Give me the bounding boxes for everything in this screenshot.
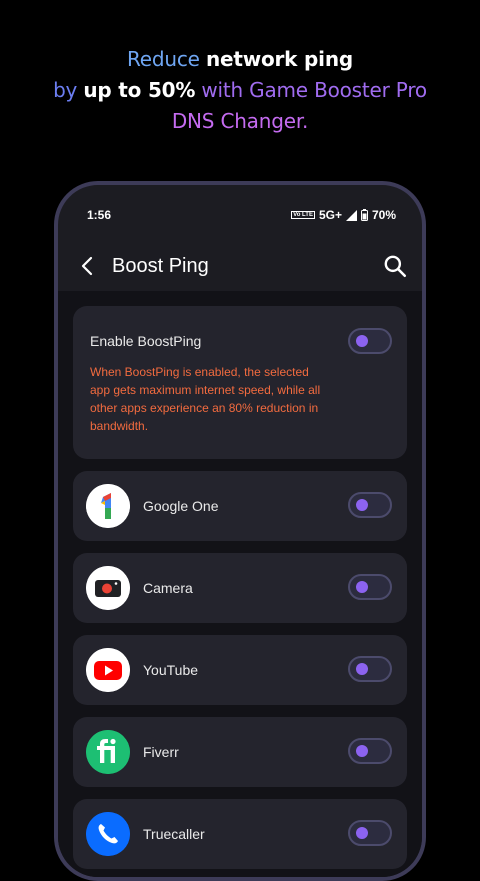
page-title: Boost Ping [112, 255, 209, 277]
enable-boostping-label: Enable BoostPing [90, 333, 202, 349]
promo-line-3: DNS Changer. [171, 109, 309, 133]
content-area: Enable BoostPing When BoostPing is enabl… [58, 291, 422, 877]
promo-line-1: Reduce network ping [127, 47, 353, 71]
app-row-google-one[interactable]: Google One [73, 471, 407, 541]
toggle-knob [356, 335, 368, 347]
volte-icon: Vo LTE [291, 211, 315, 219]
app-row-camera[interactable]: Camera [73, 553, 407, 623]
truecaller-icon [86, 812, 130, 856]
enable-boostping-card: Enable BoostPing When BoostPing is enabl… [73, 306, 407, 459]
status-icons: Vo LTE 5G+ 70% [291, 208, 396, 222]
phone-frame: 1:56 Vo LTE 5G+ 70% Boost Ping Enable Bo… [54, 181, 426, 881]
app-name-youtube: YouTube [143, 662, 199, 678]
status-time: 1:56 [87, 208, 112, 222]
back-arrow-icon[interactable] [76, 254, 100, 278]
app-name-google-one: Google One [143, 498, 219, 514]
fiverr-toggle[interactable] [348, 738, 392, 764]
app-row-youtube[interactable]: YouTube [73, 635, 407, 705]
app-name-fiverr: Fiverr [143, 744, 179, 760]
fiverr-icon [86, 730, 130, 774]
enable-boostping-toggle[interactable] [348, 328, 392, 354]
toggle-knob [356, 581, 368, 593]
battery-level: 70% [371, 208, 396, 222]
truecaller-toggle[interactable] [348, 820, 392, 846]
google-one-icon [86, 484, 130, 528]
app-name-truecaller: Truecaller [143, 826, 205, 842]
google-one-toggle[interactable] [348, 492, 392, 518]
enable-boostping-description: When BoostPing is enabled, the selected … [90, 365, 321, 433]
status-bar: 1:56 Vo LTE 5G+ 70% [58, 185, 422, 243]
camera-icon [86, 566, 130, 610]
app-name-camera: Camera [143, 580, 193, 596]
toggle-knob [356, 499, 368, 511]
youtube-icon [86, 648, 130, 692]
camera-toggle[interactable] [348, 574, 392, 600]
promo-line-2: by up to 50% with Game Booster Pro [53, 78, 427, 102]
toggle-knob [356, 827, 368, 839]
app-row-fiverr[interactable]: Fiverr [73, 717, 407, 787]
battery-icon [360, 209, 368, 221]
network-type: 5G+ [318, 208, 342, 222]
youtube-toggle[interactable] [348, 656, 392, 682]
promo-headline: Reduce network ping by up to 50% with Ga… [0, 44, 480, 137]
search-icon[interactable] [382, 253, 408, 279]
signal-icon [345, 209, 357, 221]
toggle-knob [356, 663, 368, 675]
toggle-knob [356, 745, 368, 757]
app-row-truecaller[interactable]: Truecaller [73, 799, 407, 869]
app-bar: Boost Ping [58, 243, 422, 295]
